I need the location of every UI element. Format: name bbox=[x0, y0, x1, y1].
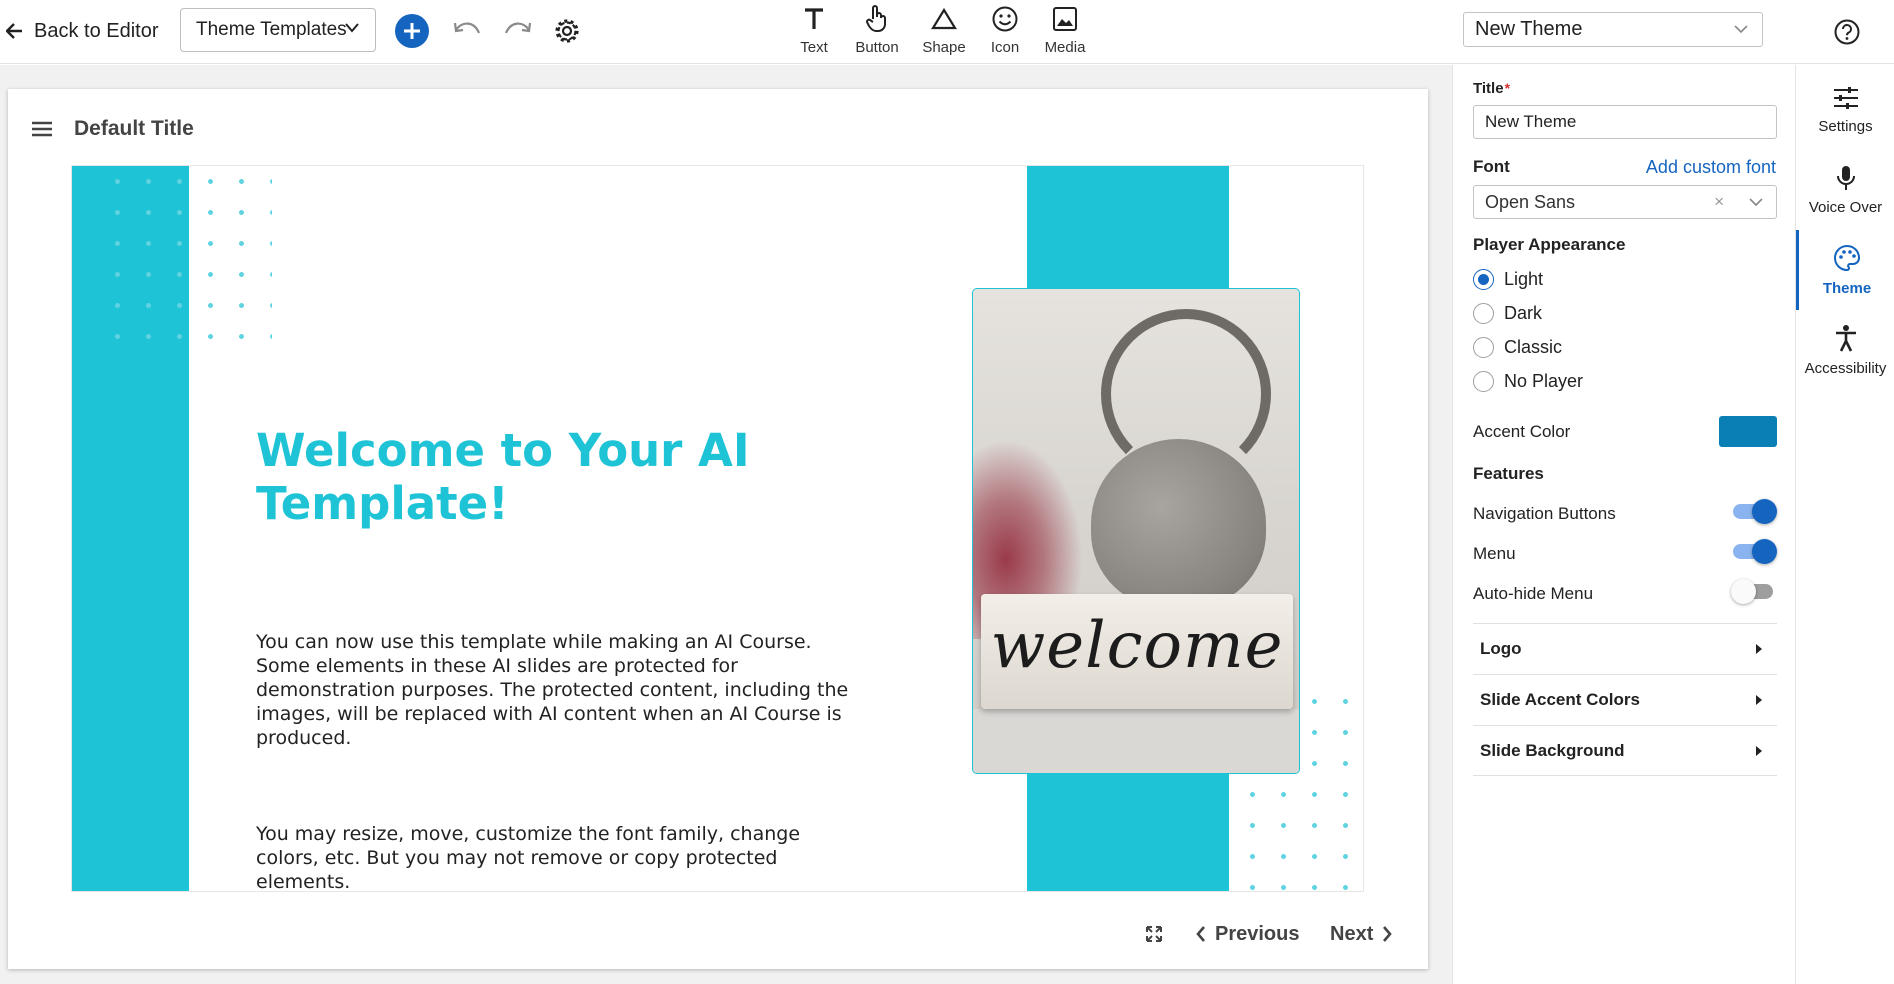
fullscreen-button[interactable] bbox=[1146, 919, 1162, 949]
shape-tool-label: Shape bbox=[922, 39, 966, 56]
chevron-down-icon bbox=[345, 23, 359, 33]
theme-templates-label: Theme Templates bbox=[196, 19, 347, 40]
caret-right-icon bbox=[1756, 695, 1762, 705]
top-toolbar: Back to Editor Theme Templates Text Butt… bbox=[0, 0, 1894, 64]
font-select-value: Open Sans bbox=[1485, 191, 1576, 212]
appearance-option-light[interactable]: Light bbox=[1473, 267, 1543, 291]
slide-body-text[interactable]: You can now use this template while maki… bbox=[256, 606, 856, 892]
undo-icon[interactable] bbox=[452, 18, 482, 42]
sidenav-accessibility[interactable]: Accessibility bbox=[1796, 310, 1894, 390]
text-tool-label: Text bbox=[800, 39, 828, 56]
plus-icon bbox=[404, 23, 420, 39]
previous-button[interactable]: Previous bbox=[1196, 919, 1299, 949]
chevron-down-icon bbox=[1734, 25, 1748, 34]
accessibility-icon bbox=[1835, 324, 1856, 352]
insert-media-tool[interactable]: Media bbox=[1030, 4, 1100, 60]
previous-label: Previous bbox=[1215, 922, 1300, 945]
theme-templates-dropdown[interactable]: Theme Templates bbox=[180, 8, 376, 52]
slide-card-title: Default Title bbox=[74, 117, 194, 140]
sidenav-settings[interactable]: Settings bbox=[1796, 70, 1894, 150]
insert-shape-tool[interactable]: Shape bbox=[909, 4, 979, 60]
icon-tool-label: Icon bbox=[990, 39, 1020, 56]
chevron-left-icon bbox=[1196, 926, 1205, 942]
logo-section[interactable]: Logo bbox=[1473, 623, 1777, 674]
add-custom-font-link[interactable]: Add custom font bbox=[1646, 157, 1776, 178]
slide-canvas[interactable]: Welcome to Your AI Template! You can now… bbox=[71, 165, 1364, 892]
navigation-buttons-toggle[interactable] bbox=[1731, 497, 1777, 525]
card-header: Default Title bbox=[32, 109, 194, 149]
welcome-photo[interactable]: welcome bbox=[972, 288, 1300, 774]
caret-right-icon bbox=[1756, 644, 1762, 654]
chevron-down-icon bbox=[1749, 198, 1763, 207]
features-label: Features bbox=[1473, 464, 1544, 483]
help-icon[interactable] bbox=[1833, 18, 1861, 46]
theme-settings-panel: Title* New Theme Font Add custom font Op… bbox=[1452, 65, 1795, 984]
radio-unselected-icon bbox=[1473, 370, 1494, 392]
slide-body-paragraph-2: You may resize, move, customize the font… bbox=[256, 823, 801, 892]
redo-icon[interactable] bbox=[503, 18, 533, 42]
gear-icon[interactable] bbox=[553, 17, 581, 45]
button-tool-label: Button bbox=[855, 39, 899, 56]
radio-unselected-icon bbox=[1473, 302, 1494, 324]
radio-unselected-icon bbox=[1473, 336, 1494, 358]
auto-hide-menu-label: Auto-hide Menu bbox=[1473, 584, 1594, 603]
microphone-icon bbox=[1836, 165, 1855, 190]
image-icon bbox=[1053, 7, 1077, 31]
theme-select-dropdown[interactable]: New Theme bbox=[1463, 12, 1763, 47]
slide-background-section[interactable]: Slide Background bbox=[1473, 725, 1777, 776]
sidenav-voice-over[interactable]: Voice Over bbox=[1796, 150, 1894, 230]
triangle-icon bbox=[931, 7, 957, 30]
sidenav-theme[interactable]: Theme bbox=[1796, 230, 1894, 310]
menu-toggle[interactable] bbox=[1731, 537, 1777, 565]
sign-text: welcome bbox=[990, 609, 1284, 683]
media-tool-label: Media bbox=[1044, 39, 1086, 56]
text-icon bbox=[805, 8, 823, 29]
dot-pattern-top-left bbox=[102, 166, 272, 341]
font-label: Font bbox=[1473, 157, 1510, 176]
caret-right-icon bbox=[1756, 746, 1762, 756]
next-button[interactable]: Next bbox=[1330, 919, 1393, 949]
menu-label: Menu bbox=[1473, 544, 1516, 563]
required-marker: * bbox=[1504, 80, 1511, 96]
back-to-editor-label: Back to Editor bbox=[34, 19, 159, 42]
expand-icon bbox=[1146, 926, 1162, 942]
title-input[interactable]: New Theme bbox=[1473, 105, 1777, 139]
player-appearance-label: Player Appearance bbox=[1473, 235, 1626, 254]
appearance-option-classic[interactable]: Classic bbox=[1473, 335, 1562, 359]
sliders-icon bbox=[1833, 86, 1858, 109]
arrow-left-icon bbox=[6, 23, 22, 39]
radio-selected-icon bbox=[1473, 268, 1494, 290]
slide-accent-colors-section[interactable]: Slide Accent Colors bbox=[1473, 674, 1777, 725]
next-label: Next bbox=[1330, 922, 1374, 945]
chevron-right-icon bbox=[1383, 926, 1393, 942]
clear-font-icon[interactable]: × bbox=[1714, 192, 1724, 212]
slide-heading[interactable]: Welcome to Your AI Template! bbox=[256, 424, 776, 530]
side-navigation: Settings Voice Over Theme Accessibility bbox=[1795, 65, 1894, 984]
navigation-buttons-label: Navigation Buttons bbox=[1473, 504, 1616, 523]
pointer-hand-icon bbox=[866, 5, 886, 32]
slide-body-paragraph-1: You can now use this template while maki… bbox=[256, 631, 849, 749]
back-to-editor-button[interactable]: Back to Editor bbox=[6, 16, 159, 46]
title-label: Title* bbox=[1473, 80, 1511, 97]
appearance-option-dark[interactable]: Dark bbox=[1473, 301, 1542, 325]
hamburger-menu-icon[interactable] bbox=[32, 121, 52, 137]
smiley-icon bbox=[992, 6, 1018, 32]
accent-color-label: Accent Color bbox=[1473, 422, 1571, 441]
theme-select-value: New Theme bbox=[1475, 18, 1583, 40]
font-select[interactable]: Open Sans × bbox=[1473, 185, 1777, 219]
auto-hide-menu-toggle[interactable] bbox=[1731, 577, 1777, 605]
palette-icon bbox=[1834, 244, 1861, 271]
slide-card: Default Title Welcome to Your AI Templat… bbox=[8, 89, 1428, 969]
appearance-option-no-player[interactable]: No Player bbox=[1473, 369, 1583, 393]
insert-button-tool[interactable]: Button bbox=[842, 4, 912, 60]
slide-stage: Default Title Welcome to Your AI Templat… bbox=[0, 65, 1452, 984]
insert-text-tool[interactable]: Text bbox=[779, 4, 849, 60]
accent-color-swatch[interactable] bbox=[1719, 416, 1777, 447]
add-button[interactable] bbox=[395, 14, 429, 48]
